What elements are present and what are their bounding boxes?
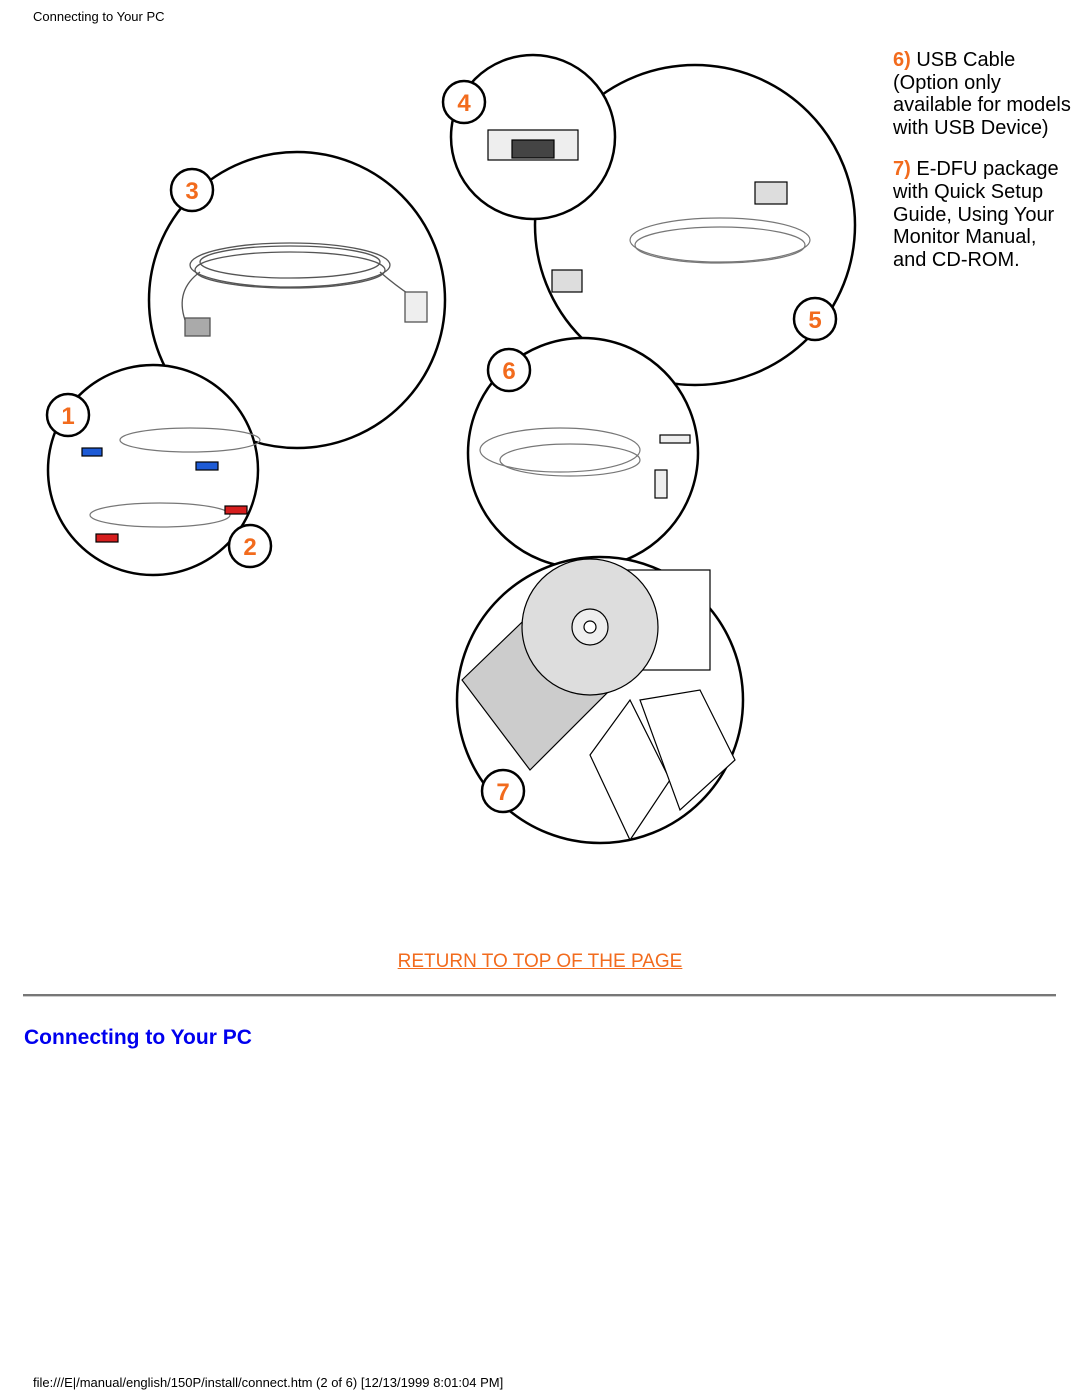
callout-label: 6 bbox=[502, 358, 515, 385]
note-number: 6) bbox=[893, 49, 911, 71]
package-contents-illustration: 1 2 3 4 5 6 7 bbox=[45, 53, 857, 845]
page-footer: file:///E|/manual/english/150P/install/c… bbox=[33, 1375, 504, 1390]
callout-label: 3 bbox=[185, 178, 198, 205]
package-notes: 6) USB Cable (Option only available for … bbox=[893, 49, 1073, 290]
callout-label: 1 bbox=[61, 403, 74, 430]
note-number: 7) bbox=[893, 158, 911, 181]
callout-label: 7 bbox=[496, 779, 509, 806]
dvi-adapter-icon bbox=[487, 129, 579, 161]
section-title: Connecting to Your PC bbox=[24, 1026, 252, 1049]
return-to-top-link[interactable]: RETURN TO TOP OF THE PAGE bbox=[398, 951, 683, 972]
note-edfu-package: 7) E-DFU package with Quick Setup Guide,… bbox=[893, 158, 1073, 271]
callout-label: 2 bbox=[243, 534, 256, 561]
note-text: USB Cable (Option only available for mod… bbox=[893, 49, 1071, 139]
note-usb-cable: 6) USB Cable (Option only available for … bbox=[893, 49, 1073, 139]
horizontal-divider bbox=[23, 994, 1056, 997]
note-text: E-DFU package with Quick Setup Guide, Us… bbox=[893, 158, 1059, 271]
callout-label: 4 bbox=[457, 90, 471, 117]
callout-label: 5 bbox=[808, 307, 821, 334]
return-to-top: RETURN TO TOP OF THE PAGE bbox=[0, 951, 1080, 973]
